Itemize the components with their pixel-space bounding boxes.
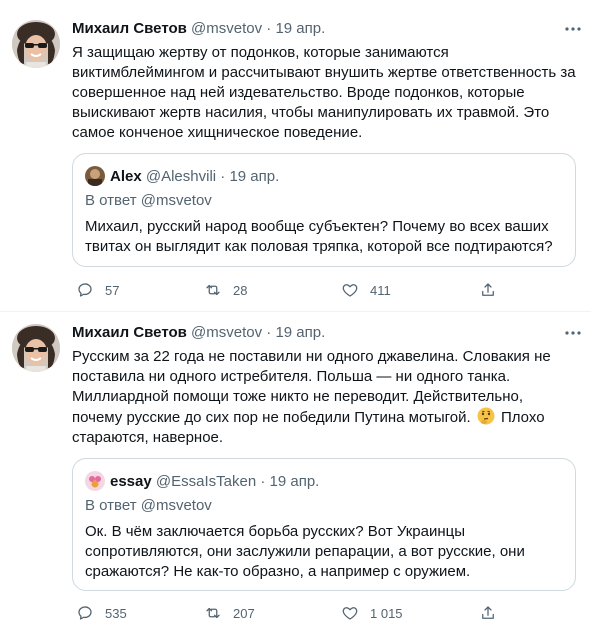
reply-button[interactable]: 57 [76,280,119,300]
quoted-avatar [85,471,105,491]
quoted-tweet-header: essay @EssaIsTaken · 19 апр. [85,471,319,491]
quoted-text-line: сражаются? Не как-то образно, а например… [85,563,471,580]
tweet-text-line: самое конченое хищническое поведение. [72,124,363,141]
quoted-tweet-text: Михаил, русский народ вообще субъектен? … [85,217,565,257]
tweet-text-line: поставила ни одного истребителя. Польша … [72,368,511,385]
author-name[interactable]: Михаил Светов [72,324,187,341]
tweet-text-line: Миллиардной помощи тоже никто не перевод… [72,388,523,405]
quoted-author-name: essay [110,473,152,490]
avatar[interactable] [12,20,60,68]
share-icon [482,606,494,619]
share-icon [482,283,494,296]
tweet-date[interactable]: 19 апр. [275,20,325,37]
quoted-text-line: Михаил, русский народ вообще субъектен? … [85,218,549,235]
quoted-text-line: твитах он выглядит как половая тряпка, к… [85,238,553,255]
reply-context: В ответ @msvetov [85,497,212,514]
thinking-face-emoji [477,407,495,425]
share-button[interactable] [479,603,508,623]
tweet-text: Русским за 22 года не поставили ни одног… [72,347,582,448]
quoted-tweet-header: Alex @Aleshvili · 19 апр. [85,166,279,186]
like-count: 1 015 [370,605,403,621]
author-handle[interactable]: @msvetov [191,20,262,37]
more-icon[interactable] [564,20,582,38]
more-icon[interactable] [564,324,582,342]
tweet-actions: 57 28 411 [72,280,512,300]
quoted-author-name: Alex [110,168,142,185]
like-button[interactable]: 411 [341,280,391,300]
tweet-text-line: виктимблеймингом и рассчитывают внушить … [72,64,576,81]
tweet[interactable]: Михаил Светов @msvetov · 19 апр. Я защищ… [0,0,591,311]
reply-button[interactable]: 535 [76,603,127,623]
like-icon [342,607,358,620]
quoted-tweet-date: 19 апр. [229,168,280,185]
retweet-count: 207 [233,605,255,621]
quoted-avatar [85,166,105,186]
separator-dot: · [260,473,266,490]
retweet-count: 28 [233,282,248,298]
share-button[interactable] [479,280,508,300]
tweet-actions: 535 207 1 015 [72,603,512,623]
tweet-text-line-with-emoji: почему русские до сих пор не победили Пу… [72,407,582,428]
retweet-icon [206,284,220,296]
retweet-icon [206,607,220,619]
separator-dot: · [220,168,226,185]
retweet-button[interactable]: 28 [204,280,247,300]
quoted-text-line: Ок. В чём заключается борьба русских? Во… [85,523,465,540]
tweet-date[interactable]: 19 апр. [275,324,325,341]
reply-context: В ответ @msvetov [85,192,212,209]
reply-icon [78,606,92,620]
separator-dot: · [266,20,272,37]
avatar[interactable] [12,324,60,372]
separator-dot: · [266,324,272,341]
quoted-text-line: сопротивляются, они заслужили репарации,… [85,543,525,560]
quoted-author-handle: @Aleshvili [145,168,217,185]
tweet-text-line: Русским за 22 года не поставили ни одног… [72,348,551,365]
quoted-tweet-date: 19 апр. [269,473,320,490]
author-name[interactable]: Михаил Светов [72,20,187,37]
reply-count: 535 [105,605,127,621]
tweet-text: Я защищаю жертву от подонков, которые за… [72,43,582,143]
tweet[interactable]: Михаил Светов @msvetov · 19 апр. Русским… [0,312,591,630]
author-handle[interactable]: @msvetov [191,324,262,341]
like-icon [342,284,358,297]
quoted-tweet[interactable]: Alex @Aleshvili · 19 апр. В ответ @msvet… [72,153,576,267]
tweet-text-line: Я защищаю жертву от подонков, которые за… [72,44,449,61]
like-button[interactable]: 1 015 [341,603,403,623]
tweet-text-segment: почему русские до сих пор не победили Пу… [72,409,471,426]
tweet-header: Михаил Светов @msvetov · 19 апр. [72,323,325,343]
tweet-header: Михаил Светов @msvetov · 19 апр. [72,19,325,39]
quoted-tweet[interactable]: essay @EssaIsTaken · 19 апр. В ответ @ms… [72,458,576,591]
reply-icon [78,283,92,297]
tweet-text-segment: Плохо [500,409,545,426]
tweet-text-line: совершенное над ней издевательство. Врод… [72,84,525,101]
quoted-tweet-text: Ок. В чём заключается борьба русских? Во… [85,522,565,582]
like-count: 411 [370,282,391,298]
tweet-text-line: стараются, наверное. [72,429,224,446]
retweet-button[interactable]: 207 [204,603,255,623]
quoted-author-handle: @EssaIsTaken [155,473,257,490]
reply-count: 57 [105,282,120,298]
tweet-text-line: выискивают жертв насилия, чтобы манипули… [72,104,550,121]
